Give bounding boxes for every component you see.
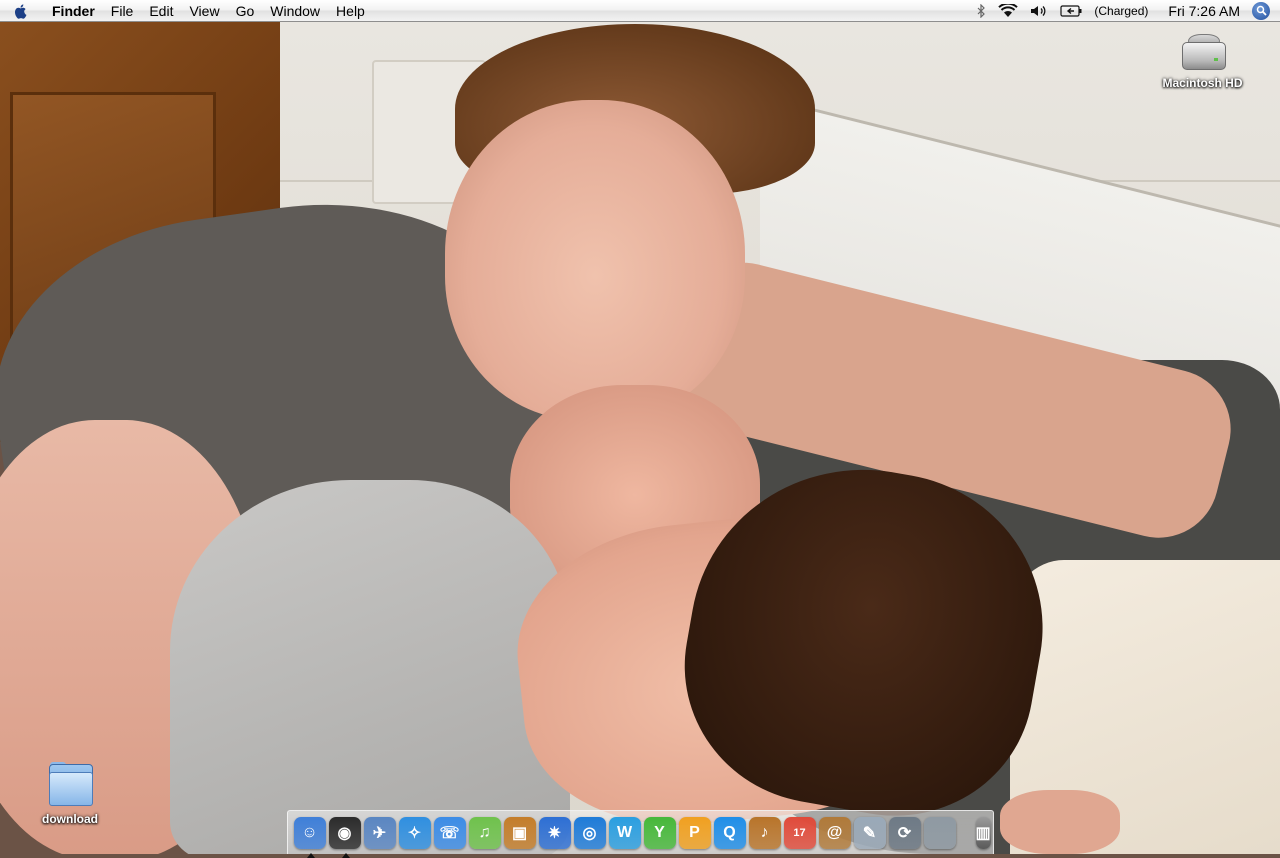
iphoto-icon: ▣ bbox=[511, 824, 528, 842]
menu-file[interactable]: File bbox=[103, 0, 142, 22]
iweb-icon: W bbox=[616, 823, 633, 841]
apple-logo-icon bbox=[14, 3, 27, 19]
battery-status-text[interactable]: (Charged) bbox=[1088, 0, 1154, 22]
volume-icon[interactable] bbox=[1024, 4, 1054, 18]
dock-item-numbers[interactable]: Y bbox=[643, 816, 676, 849]
menu-extras: (Charged) Fri 7:26 AM bbox=[970, 0, 1280, 22]
safari-icon: ✧ bbox=[407, 824, 422, 842]
dock-item-finder[interactable]: ☺ bbox=[293, 816, 326, 858]
address-book-icon: @ bbox=[826, 823, 843, 841]
running-indicator bbox=[341, 852, 350, 858]
dock-item-preview[interactable]: ✎ bbox=[853, 816, 886, 849]
itunes-icon: ♫ bbox=[478, 823, 491, 841]
dock-item-trash[interactable]: ▥ bbox=[975, 816, 991, 849]
dock-item-idvd[interactable]: ◎ bbox=[573, 816, 606, 849]
mail-icon: ✈ bbox=[372, 824, 387, 842]
desktop-icon-label: Macintosh HD bbox=[1162, 76, 1243, 90]
folder-icon bbox=[47, 762, 93, 806]
idvd-icon: ◎ bbox=[582, 824, 597, 842]
desktop-icon-label: download bbox=[42, 812, 98, 826]
menu-go[interactable]: Go bbox=[228, 0, 263, 22]
dock-item-ical[interactable]: 17 bbox=[783, 816, 816, 849]
menu-finder[interactable]: Finder bbox=[42, 0, 103, 22]
garageband-icon: ♪ bbox=[760, 823, 769, 841]
bluetooth-icon[interactable] bbox=[970, 3, 992, 18]
ical-icon: 17 bbox=[793, 826, 806, 839]
spotlight-icon[interactable] bbox=[1252, 1, 1270, 20]
dock-item-dashboard[interactable]: ◉ bbox=[328, 816, 361, 858]
menu-window[interactable]: Window bbox=[262, 0, 328, 22]
dashboard-icon: ◉ bbox=[337, 824, 352, 842]
running-indicator bbox=[306, 852, 315, 858]
dock-item-time-machine[interactable]: ⟳ bbox=[888, 816, 921, 849]
finder-icon: ☺ bbox=[301, 823, 318, 841]
dock-item-pages[interactable]: P bbox=[678, 816, 711, 849]
dock-item-ichat[interactable]: ☏ bbox=[433, 816, 466, 849]
menu-clock[interactable]: Fri 7:26 AM bbox=[1154, 0, 1246, 22]
imovie-icon: ✷ bbox=[547, 824, 562, 842]
menu-edit[interactable]: Edit bbox=[141, 0, 181, 22]
dock-item-itunes[interactable]: ♫ bbox=[468, 816, 501, 849]
numbers-icon: Y bbox=[654, 823, 665, 841]
desktop-icon-download[interactable]: download bbox=[30, 762, 110, 826]
dock-item-address-book[interactable]: @ bbox=[818, 816, 851, 849]
ichat-icon: ☏ bbox=[439, 824, 460, 842]
dock-item-safari[interactable]: ✧ bbox=[398, 816, 431, 849]
hard-drive-icon bbox=[1180, 30, 1226, 74]
time-machine-icon: ⟳ bbox=[897, 824, 912, 842]
apple-menu[interactable] bbox=[0, 0, 42, 22]
dock-item-quicktime[interactable]: Q bbox=[713, 816, 746, 849]
wifi-icon[interactable] bbox=[992, 3, 1024, 18]
dock-item-garageband[interactable]: ♪ bbox=[748, 816, 781, 849]
pages-icon: P bbox=[689, 823, 700, 841]
dock: ☺ ◉ ✈ ✧ ☏ ♫ ▣ ✷ ◎ W Y P Q ♪ 17 @ ✎ ⟳ ▥ bbox=[287, 810, 994, 858]
dock-item-system-preferences[interactable] bbox=[923, 816, 956, 849]
dock-applications: ☺ ◉ ✈ ✧ ☏ ♫ ▣ ✷ ◎ W Y P Q ♪ 17 @ ✎ ⟳ bbox=[292, 816, 957, 858]
trash-icon: ▥ bbox=[975, 824, 991, 842]
quicktime-icon: Q bbox=[723, 823, 736, 841]
dock-item-imovie[interactable]: ✷ bbox=[538, 816, 571, 849]
battery-icon[interactable] bbox=[1054, 4, 1088, 17]
dock-item-iphoto[interactable]: ▣ bbox=[503, 816, 536, 849]
menu-view[interactable]: View bbox=[181, 0, 227, 22]
dock-item-iweb[interactable]: W bbox=[608, 816, 641, 849]
desktop-icon-macintosh-hd[interactable]: Macintosh HD bbox=[1155, 30, 1250, 90]
preview-icon: ✎ bbox=[862, 824, 877, 842]
menu-help[interactable]: Help bbox=[328, 0, 373, 22]
menu-bar: Finder File Edit View Go Window Help (Ch… bbox=[0, 0, 1280, 22]
dock-item-mail[interactable]: ✈ bbox=[363, 816, 396, 849]
desktop-wallpaper bbox=[0, 0, 1280, 854]
